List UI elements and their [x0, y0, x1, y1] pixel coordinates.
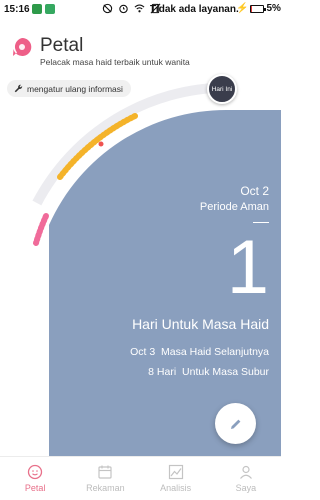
status-time: 15:16 [4, 4, 30, 15]
s-badge-icon [45, 4, 55, 14]
carrier-text: Tidak ada layanan. [150, 4, 239, 15]
wifi-icon [134, 4, 145, 13]
status-bar: 15:16 Tidak ada layanan. ⚡ 5% [0, 0, 281, 20]
nav-item-petal[interactable]: Petal [0, 457, 70, 500]
profile-icon [239, 465, 252, 479]
edit-button[interactable] [215, 403, 256, 444]
fertile-days: 8 Hari [148, 366, 177, 378]
today-marker: Hari Ini [207, 74, 237, 104]
battery-percent: 5% [266, 3, 281, 14]
bottom-nav: Petal Rekaman Analisis Saya [0, 456, 281, 500]
app-title: Petal [40, 35, 84, 56]
next-period-label: Masa Haid Selanjutnya [161, 346, 269, 358]
ovulation-day-marker [98, 141, 104, 147]
days-count-label: Hari Untuk Masa Haid [132, 316, 269, 332]
nav-label-analisis: Analisis [160, 483, 192, 493]
nav-item-saya[interactable]: Saya [211, 457, 281, 500]
fertile-label: Untuk Masa Subur [182, 366, 269, 378]
period-segment [33, 213, 49, 246]
petal-logo-icon [13, 37, 32, 56]
charging-icon: ⚡ [236, 3, 249, 14]
mute-icon [102, 3, 113, 14]
battery-level [251, 5, 253, 12]
nav-label-petal: Petal [24, 483, 46, 493]
nav-label-saya: Saya [235, 483, 257, 493]
chart-icon [168, 464, 183, 480]
summary-divider [253, 222, 269, 223]
alarm-icon [119, 4, 128, 14]
current-date: Oct 2 [240, 184, 269, 198]
nav-item-analisis[interactable]: Analisis [141, 457, 211, 500]
next-period-date: Oct 3 [130, 346, 156, 358]
petal-face-icon [27, 464, 43, 480]
nav-label-rekaman: Rekaman [86, 483, 125, 493]
next-period-line: Oct 3 Masa Haid Selanjutnya [130, 346, 269, 358]
days-count: 1 [226, 225, 269, 310]
shield-icon [32, 4, 42, 14]
nav-item-rekaman[interactable]: Rekaman [70, 457, 140, 500]
cycle-phase: Periode Aman [199, 201, 269, 213]
battery-icon [250, 4, 267, 13]
calendar-icon [98, 465, 112, 479]
pencil-icon [230, 419, 240, 429]
fertile-line: 8 Hari Untuk Masa Subur [148, 366, 269, 378]
